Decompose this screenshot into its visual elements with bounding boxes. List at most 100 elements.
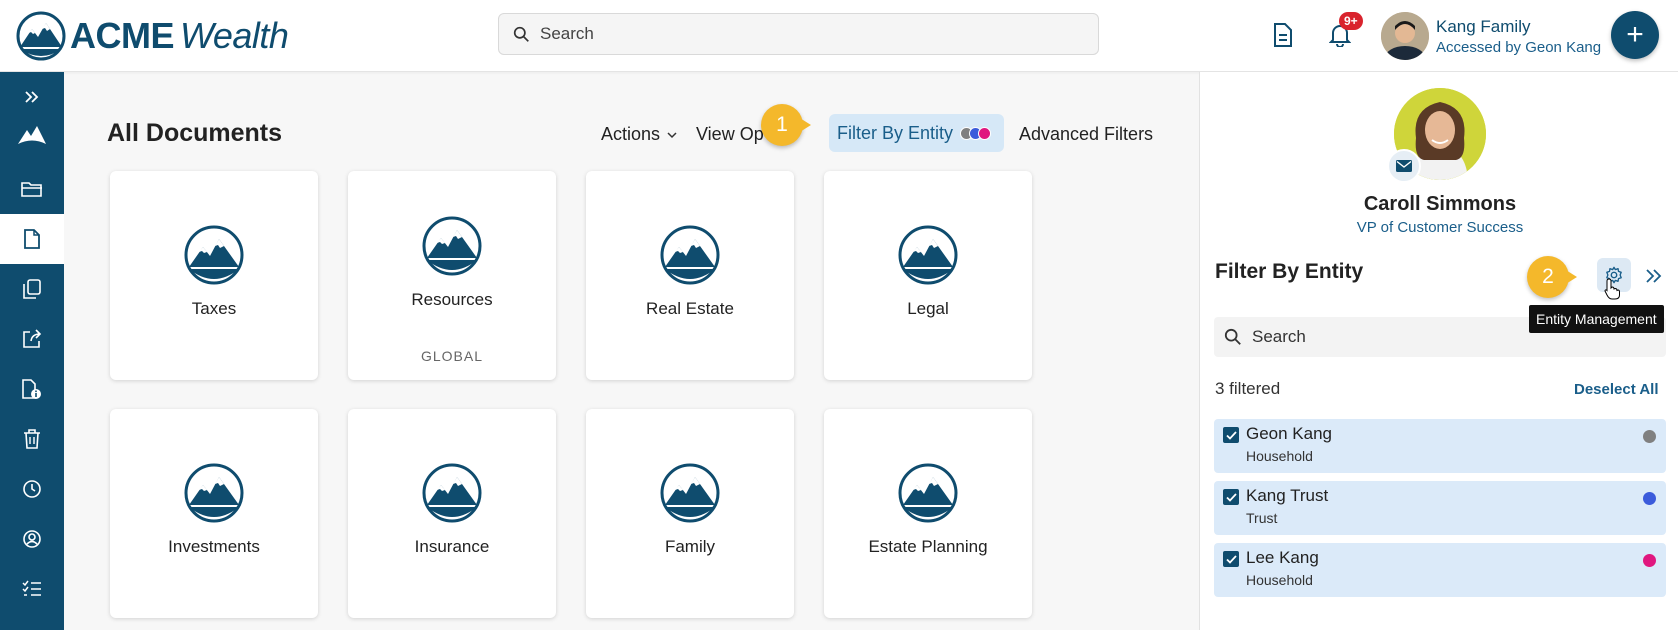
- folder-open-icon: [21, 182, 42, 197]
- folder-card-resources[interactable]: Resources GLOBAL: [348, 171, 556, 380]
- deselect-all-button[interactable]: Deselect All: [1574, 381, 1659, 398]
- sidebar: [0, 72, 64, 630]
- entity-checkbox[interactable]: [1223, 551, 1239, 567]
- entity-color-dots: [960, 126, 992, 140]
- folder-card-real-estate[interactable]: Real Estate: [586, 171, 794, 380]
- entity-checkbox[interactable]: [1223, 489, 1239, 505]
- callout-step-1: 1: [761, 104, 811, 146]
- entity-color-dot: [1643, 554, 1656, 567]
- card-label: Investments: [168, 537, 260, 556]
- entity-type: Household: [1246, 572, 1313, 588]
- check-icon: [1225, 554, 1237, 564]
- entity-name: Lee Kang: [1246, 548, 1319, 567]
- sidebar-item-document-info[interactable]: [0, 364, 64, 414]
- double-chevron-right-icon: [1646, 269, 1662, 283]
- folder-card-insurance[interactable]: Insurance: [348, 409, 556, 618]
- global-search-input[interactable]: [540, 24, 1080, 44]
- card-label: Estate Planning: [868, 537, 988, 556]
- panel-title: Filter By Entity: [1215, 260, 1364, 283]
- view-options-menu[interactable]: View Op: [696, 124, 764, 145]
- entity-management-tooltip: Entity Management: [1529, 305, 1664, 333]
- document-icon[interactable]: [1270, 22, 1296, 48]
- trash-icon: [24, 429, 40, 449]
- double-chevron-right-icon: [25, 91, 39, 103]
- sidebar-item-tasks[interactable]: [0, 564, 64, 614]
- folder-card-estate-planning[interactable]: Estate Planning: [824, 409, 1032, 618]
- card-label: Taxes: [191, 299, 237, 318]
- email-contact-button[interactable]: [1387, 149, 1421, 183]
- entity-color-dot: [1643, 492, 1656, 505]
- mountain-folder-icon: [660, 225, 720, 285]
- user-access-label: Accessed by Geon Kang: [1436, 39, 1602, 56]
- entity-color-dot: [1643, 430, 1656, 443]
- avatar[interactable]: [1381, 12, 1429, 60]
- filter-by-entity-label: Filter By Entity: [837, 122, 954, 143]
- folder-card-family[interactable]: Family: [586, 409, 794, 618]
- folder-card-investments[interactable]: Investments: [110, 409, 318, 618]
- card-label: Real Estate: [646, 299, 734, 318]
- sidebar-item-documents[interactable]: [0, 214, 64, 264]
- user-name[interactable]: Kang Family: [1436, 17, 1530, 37]
- logo-text: ACME Wealth: [70, 15, 289, 56]
- entity-item-kang-trust[interactable]: Kang Trust Trust: [1214, 481, 1666, 535]
- sidebar-item-profile[interactable]: [0, 514, 64, 564]
- entity-name: Geon Kang: [1246, 424, 1333, 443]
- page-title: All Documents: [107, 119, 283, 147]
- global-search[interactable]: [498, 13, 1099, 55]
- check-icon: [1225, 492, 1237, 502]
- callout-step-2: 2: [1527, 256, 1577, 298]
- advanced-filters-button[interactable]: Advanced Filters: [1019, 124, 1153, 145]
- clock-icon: [23, 480, 41, 498]
- filtered-count: 3 filtered: [1215, 379, 1281, 398]
- card-label: Legal: [907, 299, 949, 318]
- document-icon: [24, 229, 40, 249]
- filter-by-entity-button[interactable]: Filter By Entity: [829, 114, 1004, 152]
- entity-item-lee-kang[interactable]: Lee Kang Household: [1214, 543, 1666, 597]
- notification-badge: 9+: [1339, 12, 1363, 30]
- share-icon: [23, 329, 42, 348]
- entity-type: Household: [1246, 448, 1313, 464]
- entity-name: Kang Trust: [1246, 486, 1329, 505]
- mountain-folder-icon: [184, 225, 244, 285]
- envelope-icon: [1396, 160, 1412, 172]
- sidebar-item-folders[interactable]: [0, 164, 64, 214]
- mountain-folder-icon: [898, 463, 958, 523]
- collapse-panel-button[interactable]: [1640, 262, 1668, 290]
- card-label: Resources: [411, 290, 493, 309]
- checklist-icon: [22, 580, 41, 596]
- top-header: ACMEWealth 9+ Kang Family Accessed by Ge…: [0, 0, 1678, 72]
- pointer-cursor-icon: [1604, 278, 1620, 300]
- add-button[interactable]: +: [1611, 11, 1659, 59]
- sidebar-item-shared[interactable]: [0, 314, 64, 364]
- document-info-icon: [22, 379, 41, 399]
- mountain-folder-icon: [422, 463, 482, 523]
- mountain-icon: [18, 126, 46, 144]
- card-label: Insurance: [414, 537, 490, 556]
- sidebar-item-history[interactable]: [0, 464, 64, 514]
- card-scope-label: GLOBAL: [420, 348, 484, 364]
- sidebar-item-copies[interactable]: [0, 264, 64, 314]
- user-circle-icon: [23, 530, 41, 548]
- mountain-folder-icon: [898, 225, 958, 285]
- entity-type: Trust: [1246, 510, 1278, 526]
- mountain-folder-icon: [184, 463, 244, 523]
- contact-title: VP of Customer Success: [1356, 219, 1524, 236]
- right-panel: Caroll Simmons VP of Customer Success Fi…: [1199, 72, 1678, 630]
- sidebar-item-trash[interactable]: [0, 414, 64, 464]
- mountain-logo-icon: [16, 11, 66, 61]
- mountain-folder-icon: [660, 463, 720, 523]
- chevron-down-icon: [667, 132, 677, 139]
- folder-card-taxes[interactable]: Taxes: [110, 171, 318, 380]
- search-icon: [1224, 328, 1241, 345]
- entity-item-geon-kang[interactable]: Geon Kang Household: [1214, 419, 1666, 473]
- check-icon: [1225, 430, 1237, 440]
- copy-icon: [23, 279, 41, 299]
- acme-wealth-logo[interactable]: ACME Wealth: [16, 10, 289, 62]
- card-label: Family: [664, 537, 716, 556]
- entity-checkbox[interactable]: [1223, 427, 1239, 443]
- contact-name: Caroll Simmons: [1363, 193, 1517, 215]
- folder-card-legal[interactable]: Legal: [824, 171, 1032, 380]
- search-icon: [513, 26, 529, 42]
- sidebar-item-home[interactable]: [0, 110, 64, 160]
- actions-menu[interactable]: Actions: [601, 124, 677, 145]
